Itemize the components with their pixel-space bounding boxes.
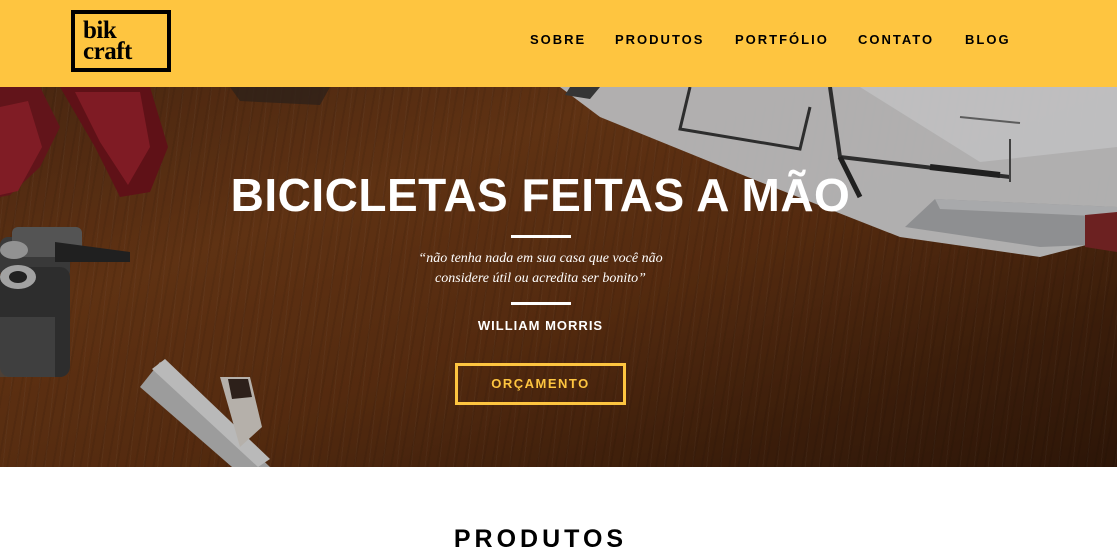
produtos-section-title: PRODUTOS [453,525,628,553]
hero-quote-line2: considere útil ou acredita ser bonito” [435,271,646,286]
hero-quote: “não tenha nada em sua casa que você não… [0,249,1081,289]
nav-link-sobre[interactable]: SOBRE [530,32,586,48]
hero-quote-author: WILLIAM MORRIS [477,318,604,333]
nav-link-portfolio[interactable]: PORTFÓLIO [735,32,829,48]
orcamento-button[interactable]: ORÇAMENTO [455,363,626,405]
hero-title: BICICLETAS FEITAS A MÃO [230,169,851,221]
nav-link-blog[interactable]: BLOG [965,32,1011,48]
nav-link-produtos[interactable]: PRODUTOS [615,32,704,48]
site-header: bik craft SOBRE PRODUTOS PORTFÓLIO CONTA… [0,0,1117,87]
hero-banner: BICICLETAS FEITAS A MÃO “não tenha nada … [0,87,1117,467]
main-nav: SOBRE PRODUTOS PORTFÓLIO CONTATO BLOG [0,32,1117,52]
nav-link-contato[interactable]: CONTATO [858,32,934,48]
hero-quote-line1: “não tenha nada em sua casa que você não [418,251,663,266]
hero-divider-bottom [511,302,571,305]
hero-divider-top [511,235,571,238]
